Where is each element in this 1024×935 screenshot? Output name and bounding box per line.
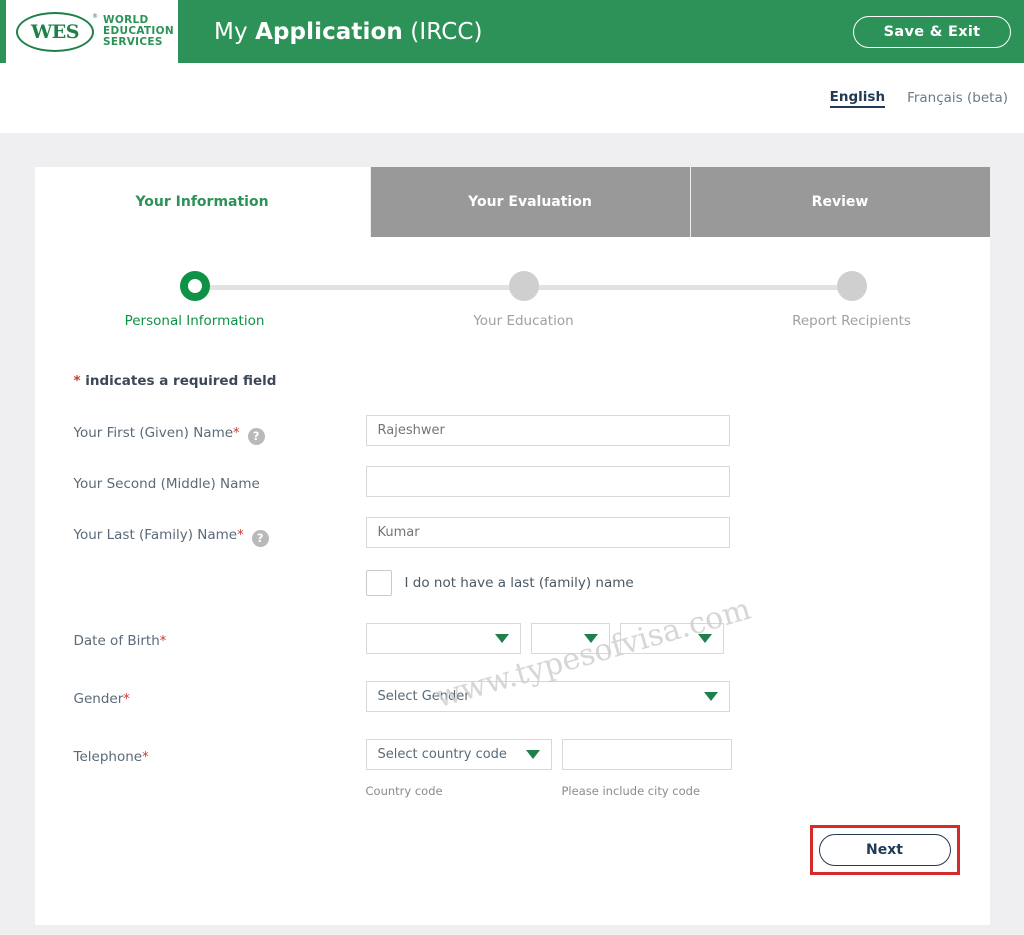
required-asterisk: * bbox=[159, 634, 167, 649]
dob-year-select[interactable] bbox=[619, 623, 724, 654]
field-row-last-name: Your Last (Family) Name*? bbox=[74, 517, 990, 557]
chevron-down-icon bbox=[583, 634, 598, 643]
label-first-name-text: Your First (Given) Name bbox=[73, 425, 234, 441]
chevron-down-icon bbox=[703, 692, 718, 701]
page-title-bold: Application bbox=[255, 18, 403, 45]
help-icon[interactable]: ? bbox=[251, 529, 269, 547]
page-title-prefix: My bbox=[214, 18, 256, 45]
required-asterisk: * bbox=[73, 373, 81, 389]
last-name-input[interactable] bbox=[365, 517, 730, 548]
chevron-down-icon bbox=[525, 750, 540, 759]
next-button[interactable]: Next bbox=[818, 834, 951, 866]
no-last-name-label: I do not have a last (family) name bbox=[404, 575, 634, 591]
step-label-report-recipients: Report Recipients bbox=[792, 313, 911, 329]
wes-logo-oval-icon: WES ® bbox=[16, 11, 98, 52]
label-date-of-birth: Date of Birth* bbox=[74, 623, 366, 649]
first-name-input[interactable] bbox=[365, 415, 730, 446]
page-bottom-strip bbox=[0, 925, 1024, 935]
next-button-zone: Next bbox=[809, 825, 960, 875]
required-asterisk: * bbox=[237, 528, 244, 543]
middle-name-input[interactable] bbox=[365, 466, 730, 497]
step-report-recipients[interactable]: Report Recipients bbox=[732, 259, 972, 329]
step-your-education[interactable]: Your Education bbox=[404, 259, 644, 329]
field-row-gender: Gender* Select Gender bbox=[74, 681, 990, 721]
save-and-exit-button[interactable]: Save & Exit bbox=[853, 16, 1011, 48]
field-row-date-of-birth: Date of Birth* bbox=[74, 623, 990, 663]
dob-day-select[interactable] bbox=[530, 623, 610, 654]
language-option-english[interactable]: English bbox=[829, 89, 886, 108]
label-gender: Gender* bbox=[74, 681, 366, 707]
no-last-name-checkbox[interactable] bbox=[365, 570, 392, 596]
section-tabs: Your Information Your Evaluation Review bbox=[34, 167, 990, 237]
required-field-note: * indicates a required field bbox=[74, 373, 990, 389]
field-row-middle-name: Your Second (Middle) Name bbox=[74, 466, 990, 506]
gender-select[interactable]: Select Gender bbox=[365, 681, 730, 712]
telephone-number-input[interactable] bbox=[561, 739, 732, 770]
field-row-telephone: Telephone* Select country code bbox=[74, 739, 990, 779]
help-icon[interactable]: ? bbox=[247, 427, 265, 445]
wes-logo-wordmark: WORLD EDUCATION SERVICES bbox=[103, 14, 174, 49]
registered-trademark-icon: ® bbox=[92, 12, 98, 20]
application-card: Your Information Your Evaluation Review … bbox=[34, 167, 990, 925]
page-title-suffix: (IRCC) bbox=[402, 18, 483, 45]
date-of-birth-group bbox=[365, 623, 724, 654]
chevron-down-icon bbox=[697, 634, 712, 643]
label-telephone-text: Telephone bbox=[73, 749, 143, 765]
telephone-hints: Country code Please include city code bbox=[366, 784, 990, 798]
label-date-of-birth-text: Date of Birth bbox=[73, 633, 160, 649]
required-asterisk: * bbox=[233, 426, 240, 441]
country-code-hint: Country code bbox=[365, 784, 443, 798]
tab-review[interactable]: Review bbox=[689, 167, 990, 237]
step-label-your-education: Your Education bbox=[473, 313, 574, 329]
label-first-name: Your First (Given) Name*? bbox=[74, 415, 366, 445]
country-code-select[interactable]: Select country code bbox=[365, 739, 552, 770]
language-switcher: English Français (beta) bbox=[0, 63, 1024, 133]
field-row-first-name: Your First (Given) Name*? bbox=[74, 415, 990, 455]
required-asterisk: * bbox=[142, 750, 149, 765]
step-dot-active-icon bbox=[179, 271, 210, 301]
label-middle-name: Your Second (Middle) Name bbox=[73, 476, 260, 492]
wes-logo: WES ® WORLD EDUCATION SERVICES bbox=[0, 0, 178, 63]
chevron-down-icon bbox=[494, 634, 509, 643]
step-dot-idle-icon bbox=[508, 271, 539, 301]
language-option-french[interactable]: Français (beta) bbox=[907, 90, 1008, 106]
progress-stepper: Personal Information Your Education Repo… bbox=[35, 259, 990, 359]
gender-selected-value: Select Gender bbox=[377, 689, 470, 704]
tab-your-information[interactable]: Your Information bbox=[34, 167, 370, 237]
tab-your-evaluation[interactable]: Your Evaluation bbox=[369, 167, 690, 237]
page-title: My Application (IRCC) bbox=[214, 19, 483, 45]
label-telephone: Telephone* bbox=[74, 739, 366, 765]
label-last-name-text: Your Last (Family) Name bbox=[73, 527, 238, 543]
step-label-personal-information: Personal Information bbox=[124, 313, 265, 329]
telephone-group: Select country code bbox=[365, 739, 732, 770]
step-personal-information[interactable]: Personal Information bbox=[75, 259, 315, 329]
wes-logo-line-3: SERVICES bbox=[103, 36, 163, 49]
telephone-number-hint: Please include city code bbox=[561, 784, 701, 798]
required-field-note-text: indicates a required field bbox=[85, 373, 277, 389]
personal-information-form: * indicates a required field Your First … bbox=[35, 359, 990, 798]
no-last-name-row: I do not have a last (family) name bbox=[365, 570, 990, 596]
label-gender-text: Gender bbox=[73, 691, 124, 707]
country-code-selected-value: Select country code bbox=[377, 747, 507, 762]
dob-month-select[interactable] bbox=[365, 623, 521, 654]
app-header: WES ® WORLD EDUCATION SERVICES My Applic… bbox=[0, 0, 1024, 63]
step-dot-idle-icon bbox=[836, 271, 867, 301]
page-background: Your Information Your Evaluation Review … bbox=[0, 133, 1024, 935]
required-asterisk: * bbox=[123, 692, 130, 707]
wes-logo-mark: WES bbox=[30, 20, 80, 43]
label-last-name: Your Last (Family) Name*? bbox=[74, 517, 366, 547]
